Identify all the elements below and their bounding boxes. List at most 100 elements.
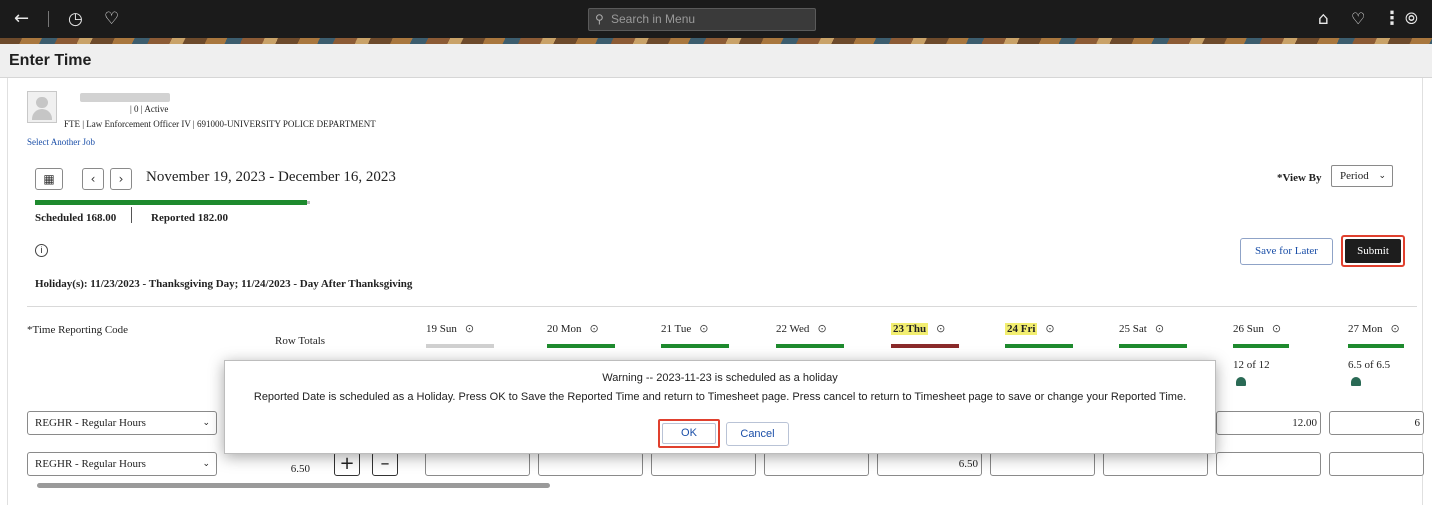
time-entry-cell[interactable] bbox=[538, 452, 643, 476]
day-label: 21 Tue bbox=[661, 323, 692, 335]
time-entry-cell[interactable] bbox=[425, 452, 530, 476]
day-label: 23 Thu bbox=[891, 323, 929, 335]
back-arrow-icon[interactable]: ← bbox=[14, 9, 29, 29]
chevron-down-circle-icon[interactable]: ⊙ bbox=[1272, 322, 1281, 335]
chevron-down-circle-icon[interactable]: ⊙ bbox=[817, 322, 826, 335]
chevron-down-circle-icon[interactable]: ⊙ bbox=[1391, 322, 1400, 335]
row-total: 6.50 bbox=[290, 463, 310, 475]
time-entry-cell[interactable]: 6.50 bbox=[877, 452, 982, 476]
time-entry-cell[interactable]: 12.00 bbox=[1216, 411, 1321, 435]
cloud-icon[interactable] bbox=[1351, 377, 1361, 386]
add-row-button[interactable]: + bbox=[334, 452, 360, 476]
day-label: 25 Sat bbox=[1119, 323, 1147, 335]
calendar-icon: ▦ bbox=[43, 172, 55, 186]
page-title: Enter Time bbox=[9, 52, 92, 69]
ok-button[interactable]: OK bbox=[658, 419, 720, 448]
cancel-button[interactable]: Cancel bbox=[726, 422, 789, 446]
submit-label: Submit bbox=[1345, 239, 1401, 263]
time-entry-cell[interactable] bbox=[1329, 452, 1424, 476]
view-by-select[interactable]: Period ⌄ bbox=[1331, 165, 1393, 187]
day-hours-bar bbox=[776, 344, 844, 348]
time-entry-cell[interactable] bbox=[1103, 452, 1208, 476]
trc-select-row-2[interactable]: REGHR - Regular Hours ⌄ bbox=[27, 452, 217, 476]
view-by-label: *View By bbox=[1277, 172, 1322, 184]
day-hours-bar bbox=[891, 344, 959, 348]
toolbar-divider bbox=[48, 11, 49, 27]
day-header[interactable]: 22 Wed ⊙ bbox=[776, 322, 827, 335]
time-entry-cell[interactable]: 6 bbox=[1329, 411, 1424, 435]
day-hours-bar bbox=[547, 344, 615, 348]
dialog-message: Reported Date is scheduled as a Holiday.… bbox=[253, 391, 1187, 403]
previous-period-button[interactable]: ‹ bbox=[82, 168, 104, 190]
chevron-down-circle-icon[interactable]: ⊙ bbox=[1155, 322, 1164, 335]
trc-value: REGHR - Regular Hours bbox=[35, 417, 146, 429]
delete-row-button[interactable]: – bbox=[372, 452, 398, 476]
reported-hours: Reported 182.00 bbox=[151, 212, 228, 224]
time-entry-cell[interactable] bbox=[651, 452, 756, 476]
info-icon[interactable]: i bbox=[35, 244, 48, 257]
home-icon[interactable]: ⌂ bbox=[1318, 9, 1329, 29]
day-hours-bar bbox=[1348, 344, 1404, 348]
chevron-right-icon: › bbox=[118, 172, 124, 186]
day-label: 20 Mon bbox=[547, 323, 582, 335]
day-label: 27 Mon bbox=[1348, 323, 1383, 335]
chevron-down-circle-icon[interactable]: ⊙ bbox=[465, 322, 474, 335]
horizontal-scrollbar[interactable] bbox=[37, 483, 550, 488]
chevron-down-icon: ⌄ bbox=[202, 459, 210, 469]
day-hours-bar bbox=[1005, 344, 1073, 348]
day-hours-summary: 12 of 12 bbox=[1233, 359, 1270, 371]
chevron-down-icon: ⌄ bbox=[202, 418, 210, 428]
scheduled-hours: Scheduled 168.00 bbox=[35, 212, 117, 224]
day-hours-summary: 6.5 of 6.5 bbox=[1348, 359, 1391, 371]
row-totals-header: Row Totals bbox=[275, 335, 326, 347]
navbar-compass-icon[interactable]: ⦾ bbox=[1405, 9, 1418, 29]
plus-icon: + bbox=[339, 453, 355, 474]
day-header[interactable]: 20 Mon ⊙ bbox=[547, 322, 599, 335]
cloud-icon[interactable] bbox=[1236, 377, 1246, 386]
day-label: 24 Fri bbox=[1005, 323, 1038, 335]
history-icon[interactable]: ◷ bbox=[68, 9, 83, 29]
day-header[interactable]: 26 Sun ⊙ bbox=[1233, 322, 1281, 335]
day-label: 26 Sun bbox=[1233, 323, 1264, 335]
time-entry-cell[interactable] bbox=[1216, 452, 1321, 476]
favorites-heart-icon[interactable]: ♡ bbox=[104, 9, 119, 29]
reported-progress-bar bbox=[35, 200, 310, 205]
summary-divider bbox=[131, 207, 132, 223]
day-header[interactable]: 23 Thu ⊙ bbox=[891, 322, 945, 335]
chevron-down-circle-icon[interactable]: ⊙ bbox=[936, 322, 945, 335]
time-entry-cell[interactable] bbox=[764, 452, 869, 476]
chevron-down-icon: ⌄ bbox=[1378, 171, 1386, 181]
day-header[interactable]: 19 Sun ⊙ bbox=[426, 322, 474, 335]
notifications-bell-icon[interactable]: ♡ bbox=[1351, 9, 1365, 29]
next-period-button[interactable]: › bbox=[110, 168, 132, 190]
chevron-down-circle-icon[interactable]: ⊙ bbox=[590, 322, 599, 335]
select-another-job-link[interactable]: Select Another Job bbox=[27, 137, 95, 147]
chevron-down-circle-icon[interactable]: ⊙ bbox=[1045, 322, 1054, 335]
page-title-bar: Enter Time bbox=[0, 44, 1432, 78]
save-for-later-button[interactable]: Save for Later bbox=[1240, 238, 1333, 265]
avatar bbox=[27, 91, 57, 123]
chevron-down-circle-icon[interactable]: ⊙ bbox=[699, 322, 708, 335]
day-header[interactable]: 21 Tue ⊙ bbox=[661, 322, 709, 335]
day-header[interactable]: 24 Fri ⊙ bbox=[1005, 322, 1055, 335]
day-header[interactable]: 25 Sat ⊙ bbox=[1119, 322, 1164, 335]
day-header[interactable]: 27 Mon ⊙ bbox=[1348, 322, 1400, 335]
search-icon: ⚲ bbox=[595, 12, 604, 26]
trc-select-row-1[interactable]: REGHR - Regular Hours ⌄ bbox=[27, 411, 217, 435]
day-label: 22 Wed bbox=[776, 323, 810, 335]
day-hours-bar bbox=[1233, 344, 1289, 348]
time-entry-cell[interactable] bbox=[990, 452, 1095, 476]
search-placeholder: Search in Menu bbox=[611, 12, 696, 26]
search-menu-input[interactable]: ⚲ Search in Menu bbox=[588, 8, 816, 31]
calendar-button[interactable]: ▦ bbox=[35, 168, 63, 190]
period-date-range: November 19, 2023 - December 16, 2023 bbox=[146, 169, 396, 185]
dialog-title: Warning -- 2023-11-23 is scheduled as a … bbox=[602, 372, 838, 384]
holiday-warning-dialog: Warning -- 2023-11-23 is scheduled as a … bbox=[224, 360, 1216, 454]
section-divider bbox=[27, 306, 1417, 307]
day-hours-bar bbox=[426, 344, 494, 348]
actions-menu-icon[interactable]: ⋮ bbox=[1383, 9, 1401, 29]
submit-button[interactable]: Submit bbox=[1341, 235, 1405, 267]
day-label: 19 Sun bbox=[426, 323, 457, 335]
holiday-notice: Holiday(s): 11/23/2023 - Thanksgiving Da… bbox=[35, 278, 413, 290]
chevron-left-icon: ‹ bbox=[90, 172, 96, 186]
